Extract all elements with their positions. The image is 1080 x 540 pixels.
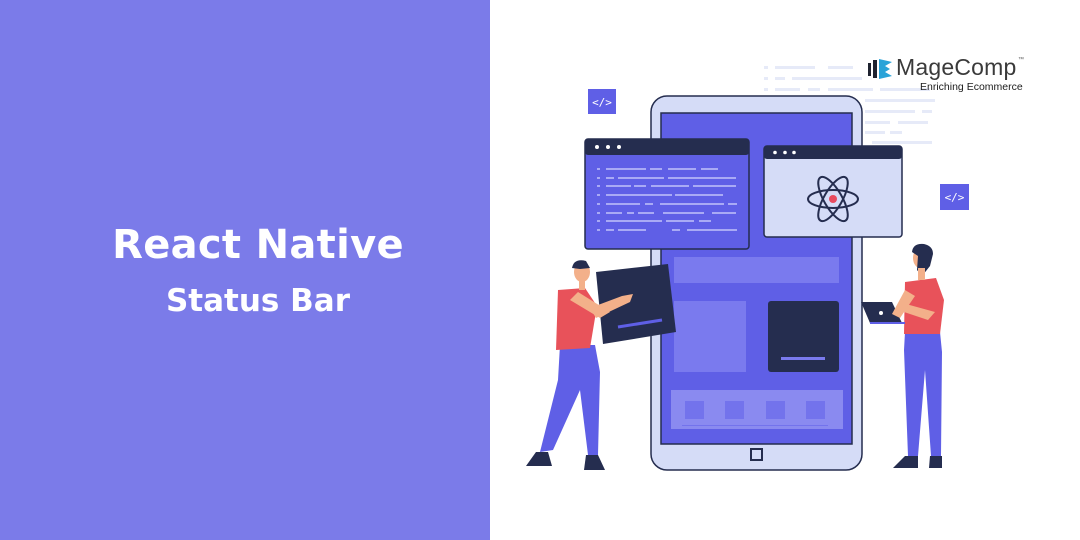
brand-name: MageComp	[896, 54, 1017, 80]
magecomp-brand: MageComp ™ Enriching Ecommerce	[868, 54, 1038, 95]
code-editor-window	[584, 138, 750, 250]
magecomp-logo-icon	[868, 59, 892, 79]
brand-trademark: ™	[1018, 57, 1024, 63]
svg-text:</>: </>	[592, 96, 612, 109]
developer-with-laptop	[861, 243, 944, 468]
code-tag-icon: </>	[940, 184, 969, 210]
svg-text:</>: </>	[945, 191, 965, 204]
brand-tagline: Enriching Ecommerce	[920, 81, 1023, 93]
code-tag-icon: </>	[588, 89, 616, 114]
react-window	[763, 145, 903, 238]
